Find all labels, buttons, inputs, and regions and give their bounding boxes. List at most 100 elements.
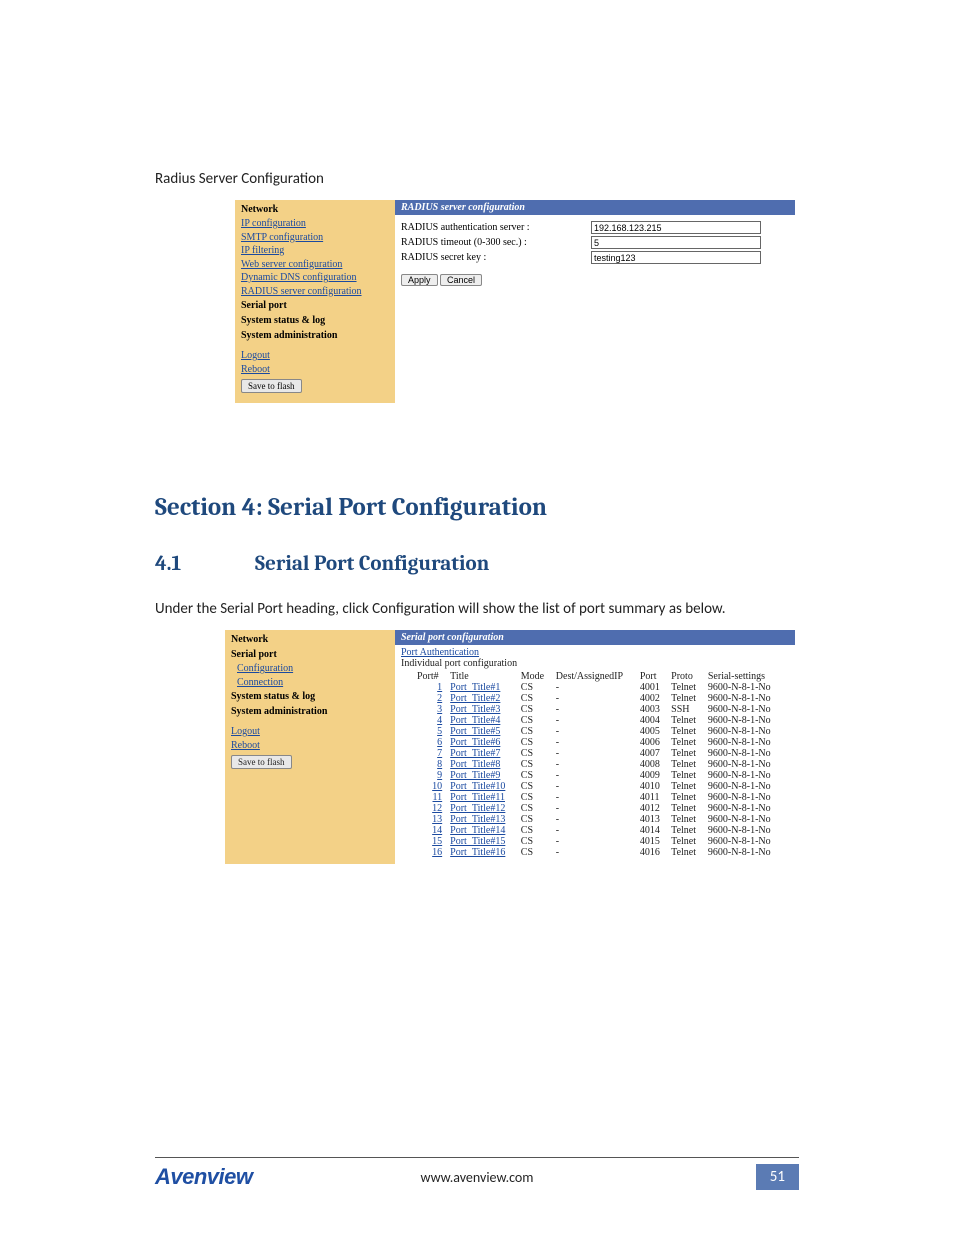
- port-port: 4001: [636, 682, 667, 693]
- port-num-link[interactable]: 9: [437, 770, 442, 781]
- port-serial: 9600-N-8-1-No: [704, 814, 783, 825]
- port-title-link[interactable]: Port_Title#6: [450, 737, 500, 748]
- port-port: 4008: [636, 759, 667, 770]
- panel-title: RADIUS server configuration: [395, 200, 795, 215]
- port-title-link[interactable]: Port_Title#3: [450, 704, 500, 715]
- port-dest: -: [552, 770, 636, 781]
- col-serial: Serial-settings: [704, 671, 783, 682]
- timeout-input[interactable]: [591, 236, 761, 249]
- table-row: 10Port_Title#10CS-4010Telnet9600-N-8-1-N…: [413, 781, 783, 792]
- port-title-link[interactable]: Port_Title#8: [450, 759, 500, 770]
- port-title-link[interactable]: Port_Title#5: [450, 726, 500, 737]
- port-title-link[interactable]: Port_Title#11: [450, 792, 505, 803]
- port-port: 4015: [636, 836, 667, 847]
- port-title-link[interactable]: Port_Title#10: [450, 781, 505, 792]
- nav-admin-header: System administration: [241, 328, 389, 343]
- nav-ip-config[interactable]: IP configuration: [241, 217, 389, 231]
- port-title-link[interactable]: Port_Title#15: [450, 836, 505, 847]
- nav-reboot[interactable]: Reboot: [241, 363, 389, 377]
- port-title-link[interactable]: Port_Title#2: [450, 693, 500, 704]
- port-num-link[interactable]: 8: [437, 759, 442, 770]
- table-row: 6Port_Title#6CS-4006Telnet9600-N-8-1-No: [413, 737, 783, 748]
- port-mode: CS: [517, 759, 552, 770]
- port-title-link[interactable]: Port_Title#7: [450, 748, 500, 759]
- port-port: 4005: [636, 726, 667, 737]
- port-mode: CS: [517, 847, 552, 858]
- port-num-link[interactable]: 2: [437, 693, 442, 704]
- port-title-link[interactable]: Port_Title#9: [450, 770, 500, 781]
- individual-port-label: Individual port configuration: [395, 658, 795, 669]
- port-title-link[interactable]: Port_Title#14: [450, 825, 505, 836]
- port-dest: -: [552, 814, 636, 825]
- port-num-link[interactable]: 14: [432, 825, 442, 836]
- port-dest: -: [552, 825, 636, 836]
- port-proto: Telnet: [667, 847, 704, 858]
- port-num-link[interactable]: 4: [437, 715, 442, 726]
- port-mode: CS: [517, 781, 552, 792]
- port-proto: Telnet: [667, 715, 704, 726]
- save-to-flash-button-2[interactable]: Save to flash: [231, 755, 292, 769]
- port-mode: CS: [517, 715, 552, 726]
- nav2-admin-header: System administration: [231, 704, 389, 719]
- under-text: Under the Serial Port heading, click Con…: [155, 600, 799, 618]
- nav-smtp-config[interactable]: SMTP configuration: [241, 231, 389, 245]
- port-num-link[interactable]: 11: [433, 792, 443, 803]
- nav2-configuration[interactable]: Configuration: [231, 662, 389, 676]
- save-to-flash-button[interactable]: Save to flash: [241, 379, 302, 393]
- port-proto: Telnet: [667, 792, 704, 803]
- nav-ip-filtering[interactable]: IP filtering: [241, 244, 389, 258]
- table-row: 12Port_Title#12CS-4012Telnet9600-N-8-1-N…: [413, 803, 783, 814]
- port-authentication-link[interactable]: Port Authentication: [395, 645, 795, 658]
- port-port: 4011: [636, 792, 667, 803]
- port-title-link[interactable]: Port_Title#1: [450, 682, 500, 693]
- port-num-link[interactable]: 6: [437, 737, 442, 748]
- port-proto: Telnet: [667, 781, 704, 792]
- port-serial: 9600-N-8-1-No: [704, 825, 783, 836]
- port-proto: Telnet: [667, 814, 704, 825]
- nav-panel-2: Network Serial port Configuration Connec…: [225, 630, 395, 864]
- port-port: 4004: [636, 715, 667, 726]
- port-serial: 9600-N-8-1-No: [704, 682, 783, 693]
- secret-key-input[interactable]: [591, 251, 761, 264]
- port-serial: 9600-N-8-1-No: [704, 693, 783, 704]
- nav-webserver-config[interactable]: Web server configuration: [241, 258, 389, 272]
- port-num-link[interactable]: 16: [432, 847, 442, 858]
- port-proto: Telnet: [667, 803, 704, 814]
- port-dest: -: [552, 682, 636, 693]
- port-num-link[interactable]: 10: [432, 781, 442, 792]
- port-mode: CS: [517, 814, 552, 825]
- port-num-link[interactable]: 7: [437, 748, 442, 759]
- port-port: 4010: [636, 781, 667, 792]
- auth-server-input[interactable]: [591, 221, 761, 234]
- nav-radius-config[interactable]: RADIUS server configuration: [241, 285, 389, 299]
- nav2-logout[interactable]: Logout: [231, 725, 389, 739]
- port-proto: Telnet: [667, 770, 704, 781]
- port-num-link[interactable]: 13: [432, 814, 442, 825]
- port-serial: 9600-N-8-1-No: [704, 715, 783, 726]
- port-num-link[interactable]: 3: [437, 704, 442, 715]
- port-dest: -: [552, 726, 636, 737]
- port-proto: Telnet: [667, 726, 704, 737]
- port-port: 4012: [636, 803, 667, 814]
- port-proto: Telnet: [667, 825, 704, 836]
- port-title-link[interactable]: Port_Title#12: [450, 803, 505, 814]
- port-dest: -: [552, 803, 636, 814]
- cancel-button[interactable]: Cancel: [440, 274, 482, 286]
- nav-logout[interactable]: Logout: [241, 349, 389, 363]
- nav-ddns-config[interactable]: Dynamic DNS configuration: [241, 271, 389, 285]
- port-title-link[interactable]: Port_Title#4: [450, 715, 500, 726]
- nav2-connection[interactable]: Connection: [231, 676, 389, 690]
- port-title-link[interactable]: Port_Title#16: [450, 847, 505, 858]
- apply-button[interactable]: Apply: [401, 274, 438, 286]
- port-num-link[interactable]: 12: [432, 803, 442, 814]
- port-title-link[interactable]: Port_Title#13: [450, 814, 505, 825]
- nav2-reboot[interactable]: Reboot: [231, 739, 389, 753]
- port-num-link[interactable]: 15: [432, 836, 442, 847]
- port-num-link[interactable]: 1: [437, 682, 442, 693]
- port-mode: CS: [517, 748, 552, 759]
- table-row: 9Port_Title#9CS-4009Telnet9600-N-8-1-No: [413, 770, 783, 781]
- port-dest: -: [552, 759, 636, 770]
- table-row: 14Port_Title#14CS-4014Telnet9600-N-8-1-N…: [413, 825, 783, 836]
- port-num-link[interactable]: 5: [437, 726, 442, 737]
- footer-url: www.avenview.com: [155, 1169, 799, 1186]
